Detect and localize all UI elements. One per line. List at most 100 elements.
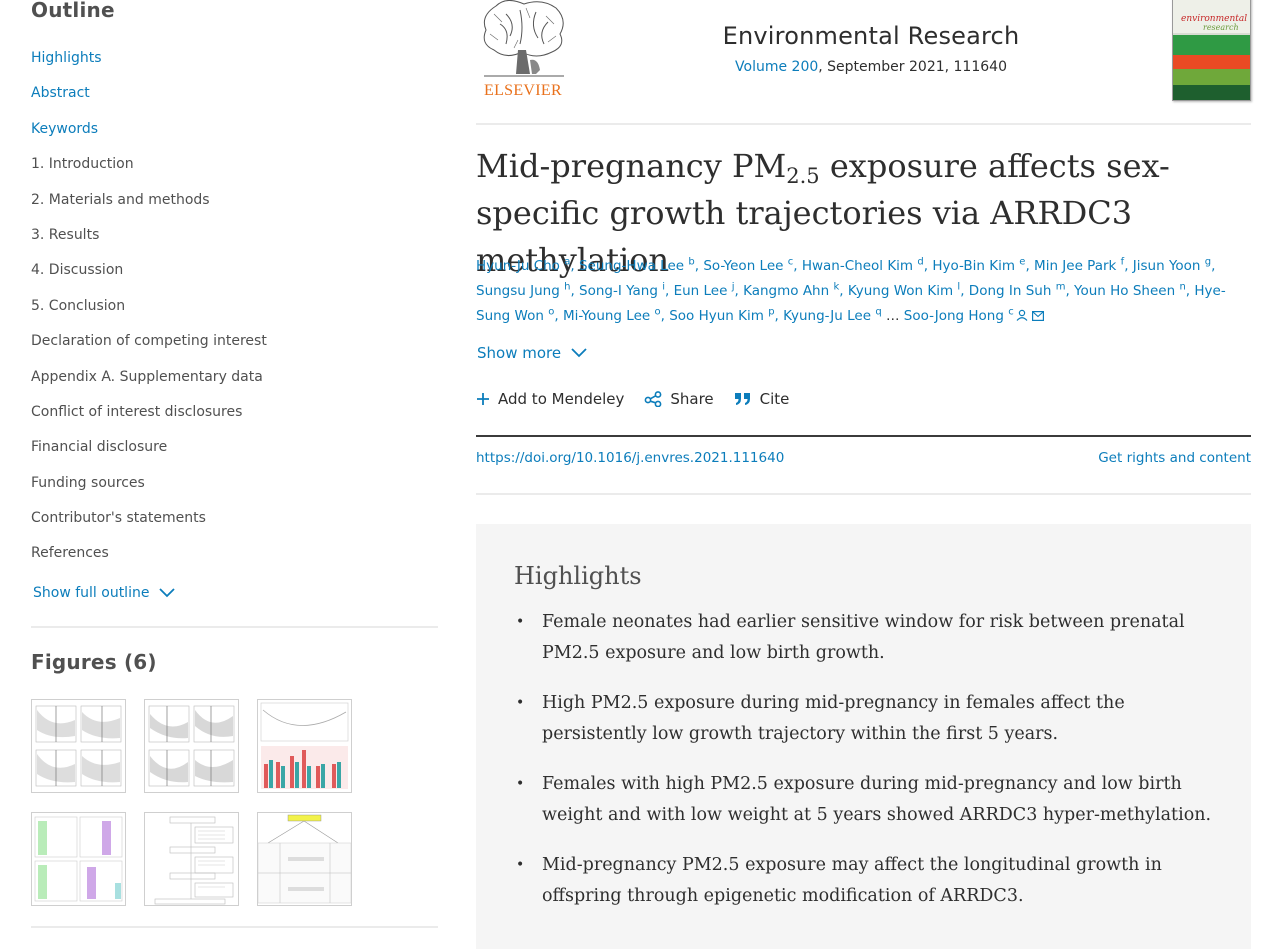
outline-item[interactable]: Financial disclosure bbox=[31, 436, 438, 471]
doi-link[interactable]: https://doi.org/10.1016/j.envres.2021.11… bbox=[476, 450, 784, 466]
outline-item[interactable]: 4. Discussion bbox=[31, 259, 438, 294]
corresponding-author-link[interactable]: Soo-Jong Hong c bbox=[903, 306, 1014, 324]
journal-cover-art: environmental research bbox=[1173, 0, 1250, 100]
author-link[interactable]: Song-I Yang i bbox=[579, 282, 665, 299]
author-affiliation: c bbox=[787, 256, 794, 268]
outline-item[interactable]: References bbox=[31, 542, 438, 577]
outline-item[interactable]: Appendix A. Supplementary data bbox=[31, 366, 438, 401]
author-link[interactable]: Mi-Young Lee o bbox=[563, 306, 661, 324]
outline-item-label: Funding sources bbox=[31, 474, 145, 491]
author-link[interactable]: Kyung Won Kim l bbox=[847, 281, 961, 299]
outline-item[interactable]: Highlights bbox=[31, 47, 438, 82]
author-affiliation: f bbox=[1120, 256, 1125, 268]
author-affiliation: m bbox=[1055, 281, 1066, 293]
outline-item-label: Declaration of competing interest bbox=[31, 333, 267, 350]
figure-thumbnail[interactable] bbox=[31, 699, 126, 793]
outline-item-label: 5. Conclusion bbox=[31, 297, 126, 314]
journal-cover-image[interactable]: environmental research bbox=[1172, 0, 1251, 101]
highlights-title: Highlights bbox=[514, 562, 642, 590]
sidebar-divider bbox=[31, 626, 438, 628]
figure-preview-image bbox=[258, 700, 351, 792]
author-link[interactable]: Seung-Hwa Lee b bbox=[578, 257, 695, 274]
author-affiliation: q bbox=[875, 306, 882, 318]
figure-thumbnail[interactable] bbox=[31, 812, 126, 906]
outline-item[interactable]: Declaration of competing interest bbox=[31, 330, 438, 365]
figure-thumbnail[interactable] bbox=[144, 699, 239, 793]
author-link[interactable]: Kyung-Ju Lee q bbox=[783, 306, 882, 324]
add-to-mendeley-button[interactable]: Add to Mendeley bbox=[476, 390, 624, 408]
author-affiliation: c bbox=[1008, 306, 1014, 318]
author-link[interactable]: Soo Hyun Kim p bbox=[669, 307, 774, 324]
author-link[interactable]: So-Yeon Lee c bbox=[703, 256, 794, 274]
title-subscript: 2.5 bbox=[786, 164, 820, 188]
outline-item[interactable]: Abstract bbox=[31, 82, 438, 117]
cite-label: Cite bbox=[759, 390, 790, 408]
author-link[interactable]: Dong In Suh m bbox=[968, 281, 1066, 299]
author-affiliation: d bbox=[917, 256, 924, 268]
author-affiliation: o bbox=[654, 306, 661, 318]
author-name: Eun Lee bbox=[673, 283, 728, 299]
outline-item[interactable]: 5. Conclusion bbox=[31, 295, 438, 330]
figures-title: Figures (6) bbox=[31, 650, 157, 674]
outline-item-label: 2. Materials and methods bbox=[31, 191, 210, 208]
author-name: Soo-Jong Hong bbox=[903, 308, 1004, 324]
outline-item[interactable]: Conflict of interest disclosures bbox=[31, 401, 438, 436]
author-name: Jisun Yoon bbox=[1132, 258, 1201, 274]
highlight-item: • Females with high PM2.5 exposure during… bbox=[514, 769, 1214, 831]
author-list: Hyun-Ju Cho a, Seung-Hwa Lee b, So-Yeon … bbox=[476, 256, 1226, 324]
outline-item-label: 4. Discussion bbox=[31, 262, 124, 279]
outline-item[interactable]: Keywords bbox=[31, 118, 438, 153]
bullet-icon: • bbox=[516, 857, 525, 873]
content-divider bbox=[476, 493, 1251, 495]
volume-link[interactable]: Volume 200 bbox=[735, 59, 818, 75]
author-affiliation: k bbox=[833, 281, 840, 293]
author-link[interactable]: Jisun Yoon g bbox=[1132, 257, 1211, 274]
author-link[interactable]: Eun Lee j bbox=[673, 282, 735, 299]
show-more-button[interactable]: Show more bbox=[477, 344, 587, 362]
mail-icon[interactable] bbox=[1031, 311, 1044, 322]
issue-details: , September 2021, 111640 bbox=[818, 59, 1007, 75]
cover-subtitle-text: research bbox=[1203, 23, 1239, 32]
author-link[interactable]: Hyo-Bin Kim e bbox=[932, 257, 1025, 274]
figure-thumbnail[interactable] bbox=[257, 812, 352, 906]
author-affiliation: o bbox=[548, 306, 555, 318]
outline-item[interactable]: Contributor's statements bbox=[31, 507, 438, 542]
doi-divider bbox=[476, 435, 1251, 437]
author-name: Hyo-Bin Kim bbox=[932, 258, 1015, 274]
author-contact-icons bbox=[1014, 308, 1044, 324]
author-name: Dong In Suh bbox=[968, 283, 1052, 299]
author-link[interactable]: Hyun-Ju Cho a bbox=[476, 257, 570, 274]
highlight-text: High PM2.5 exposure during mid-pregnancy… bbox=[542, 693, 1125, 744]
outline-item-label: Financial disclosure bbox=[31, 439, 168, 456]
author-link[interactable]: Min Jee Park f bbox=[1034, 256, 1125, 274]
outline-item-label: Appendix A. Supplementary data bbox=[31, 368, 263, 385]
rights-link[interactable]: Get rights and content bbox=[1098, 450, 1251, 466]
author-ellipsis: … bbox=[885, 308, 900, 324]
journal-title[interactable]: Environmental Research bbox=[476, 22, 1266, 50]
figure-preview-image bbox=[32, 700, 125, 792]
figure-thumbnail[interactable] bbox=[257, 699, 352, 793]
article-actions: Add to Mendeley Share Cite bbox=[476, 390, 809, 408]
author-affiliation: l bbox=[957, 281, 961, 293]
bullet-icon: • bbox=[516, 776, 525, 792]
share-button[interactable]: Share bbox=[644, 390, 714, 408]
author-link[interactable]: Youn Ho Sheen n bbox=[1074, 282, 1186, 299]
author-name: Kyung Won Kim bbox=[847, 283, 954, 299]
chevron-down-icon bbox=[571, 348, 587, 358]
outline-item[interactable]: 1. Introduction bbox=[31, 153, 438, 188]
sidebar-divider bbox=[31, 926, 438, 928]
outline-item[interactable]: Funding sources bbox=[31, 472, 438, 507]
highlights-section: Highlights • Female neonates had earlier … bbox=[476, 524, 1251, 949]
author-name: Seung-Hwa Lee bbox=[578, 258, 685, 274]
plus-icon bbox=[477, 393, 489, 405]
author-name: Youn Ho Sheen bbox=[1074, 283, 1176, 299]
author-link[interactable]: Kangmo Ahn k bbox=[743, 281, 840, 299]
highlight-item: • High PM2.5 exposure during mid-pregnanc… bbox=[514, 688, 1214, 750]
author-link[interactable]: Hwan-Cheol Kim d bbox=[802, 256, 924, 274]
outline-item[interactable]: 2. Materials and methods bbox=[31, 189, 438, 224]
cite-button[interactable]: Cite bbox=[734, 390, 790, 408]
outline-item[interactable]: 3. Results bbox=[31, 224, 438, 259]
show-full-outline-button[interactable]: Show full outline bbox=[33, 585, 176, 601]
figure-thumbnail[interactable] bbox=[144, 812, 239, 906]
author-link[interactable]: Sungsu Jung h bbox=[476, 282, 570, 299]
